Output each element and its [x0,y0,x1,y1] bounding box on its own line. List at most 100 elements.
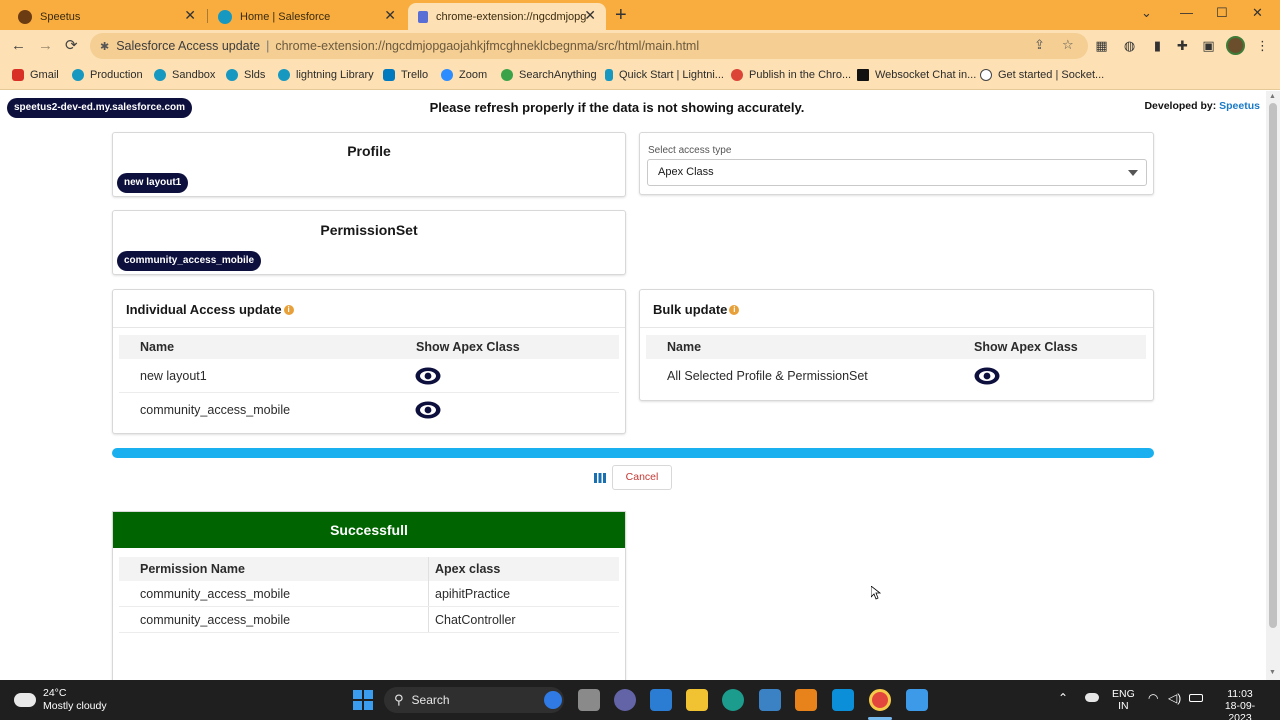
bookmark-star-icon[interactable]: ☆ [1062,37,1074,53]
bookmark-label: Get started | Socket... [998,69,1105,81]
vscode-icon[interactable] [650,689,672,711]
tray-chevron-icon[interactable]: ⌃ [1058,692,1068,704]
close-tab-icon[interactable]: ✕ [584,8,596,22]
bookmark-gmail[interactable]: Gmail [12,69,59,81]
bookmark-sandbox[interactable]: Sandbox [154,69,215,81]
microsoft-store-icon[interactable] [759,689,781,711]
scrollbar-thumb[interactable] [1269,103,1277,628]
notepad-icon[interactable] [906,689,928,711]
extension-app-icon[interactable]: ▦ [1094,38,1109,53]
close-tab-icon[interactable]: ✕ [184,8,196,22]
extension-puzzle-icon: ✱ [100,40,110,53]
permission-set-chip[interactable]: community_access_mobile [117,251,262,271]
bookmark-searchanything[interactable]: SearchAnything [501,69,597,81]
bookmark-lightning-library[interactable]: lightning Library [278,69,374,81]
cancel-button[interactable]: Cancel [612,465,672,490]
bookmark-production[interactable]: Production [72,69,143,81]
show-eye-icon[interactable] [974,367,1000,385]
profile-chip[interactable]: new layout1 [117,173,189,193]
profile-title: Profile [347,143,391,159]
battery-icon[interactable] [1189,694,1203,702]
side-panel-icon[interactable]: ▣ [1201,38,1216,53]
table-row: All Selected Profile & PermissionSet [646,360,1146,393]
bulk-update-card: Bulk update i Name Show Apex Class All S… [639,289,1154,401]
bookmark-get-started-socket[interactable]: Get started | Socket... [980,69,1104,81]
weather-widget[interactable]: 24°C Mostly cloudy [14,687,107,713]
tab-search-chevron-icon[interactable]: ⌄ [1141,5,1152,21]
extension-page-icon [418,10,428,23]
column-divider [428,607,429,632]
info-icon[interactable]: i [283,304,294,315]
edge-icon[interactable] [722,689,744,711]
bookmark-slds[interactable]: Slds [226,69,265,81]
address-bar[interactable]: ✱ Salesforce Access update | chrome-exte… [90,33,1088,59]
file-explorer-icon[interactable] [686,689,708,711]
windows-start-icon[interactable] [352,689,374,711]
column-divider [428,557,429,581]
extensions-puzzle-icon[interactable]: ✚ [1175,38,1190,53]
forward-arrow-icon[interactable]: → [38,38,53,53]
menu-kebab-icon[interactable]: ⋮ [1255,38,1270,53]
profile-card: Profile new layout1 [112,132,626,197]
share-icon[interactable]: ⇪ [1034,37,1045,53]
extension-page: speetus2-dev-ed.my.salesforce.com Please… [0,91,1266,680]
bookmark-label: lightning Library [296,69,374,81]
individual-access-card: Individual Access update i Name Show Ape… [112,289,626,434]
new-tab-button[interactable]: + [615,4,627,27]
url-text: chrome-extension://ngcdmjopgaojahkjfmcgh… [275,39,700,53]
scroll-down-icon[interactable]: ▼ [1269,669,1276,676]
progress-bar [112,448,1154,458]
reload-icon[interactable]: ⟳ [65,38,78,53]
volume-icon[interactable]: ◁) [1168,692,1181,704]
weather-condition: Mostly cloudy [43,700,107,712]
access-type-select[interactable]: Apex Class [647,159,1147,186]
show-eye-icon[interactable] [415,367,441,385]
bookmark-publish-chrome[interactable]: Publish in the Chro... [731,69,851,81]
teams-chat-icon[interactable] [614,689,636,711]
bookmark-websocket-chat[interactable]: Websocket Chat in... [857,69,976,81]
tab-speetus[interactable]: Speetus ✕ [8,3,206,30]
bookmark-trello[interactable]: Trello [383,69,428,81]
col-name: Name [667,340,702,354]
onedrive-icon[interactable] [1085,693,1099,702]
url-separator: | [266,39,270,53]
close-window-icon[interactable]: ✕ [1252,5,1263,21]
taskbar-search[interactable]: ⚲ Search [384,687,564,713]
section-title-text: Individual Access update [126,302,282,317]
browser-toolbar: ← → ⟳ ✱ Salesforce Access update | chrom… [0,30,1280,62]
tab-extension[interactable]: chrome-extension://ngcdmjopg... ✕ [408,3,606,30]
close-tab-icon[interactable]: ✕ [384,8,396,22]
info-icon[interactable]: i [729,304,740,315]
scroll-up-icon[interactable]: ▲ [1269,93,1276,100]
chrome-icon[interactable] [869,689,891,711]
temperature: 24°C [43,687,67,699]
language-indicator[interactable]: ENG IN [1112,688,1135,712]
task-view-icon[interactable] [578,689,600,711]
wifi-icon[interactable]: ◠ [1148,692,1158,704]
col-show-apex-class: Show Apex Class [974,340,1078,354]
skype-icon[interactable] [832,689,854,711]
sublime-text-icon[interactable] [795,689,817,711]
developer-link[interactable]: Speetus [1219,100,1260,112]
table-row: community_access_mobile apihitPractice [119,581,619,607]
profile-avatar[interactable] [1226,36,1245,55]
clock-time: 11:03 [1227,688,1253,700]
table-row: community_access_mobile ChatController [119,607,619,633]
page-title: Salesforce Access update [116,39,261,53]
individual-table-header: Name Show Apex Class [119,335,619,359]
back-arrow-icon[interactable]: ← [11,38,26,53]
page-scrollbar[interactable]: ▲ ▼ [1266,91,1280,680]
maximize-icon[interactable]: ☐ [1216,5,1228,21]
chat-extension-icon[interactable]: ◍ [1122,38,1137,53]
tab-salesforce-home[interactable]: Home | Salesforce ✕ [208,3,406,30]
show-eye-icon[interactable] [415,401,441,419]
minimize-icon[interactable]: — [1180,5,1193,20]
clock[interactable]: 11:03 18-09-2023 [1214,688,1266,720]
salesforce-extension-icon[interactable]: ▮ [1150,38,1165,53]
bookmarks-bar: Gmail Production Sandbox Slds lightning … [0,62,1280,90]
bookmark-zoom[interactable]: Zoom [441,69,487,81]
tab-label: Home | Salesforce [240,10,331,23]
tab-label: Speetus [40,10,81,23]
pause-icon[interactable] [592,470,608,486]
bookmark-quick-start[interactable]: Quick Start | Lightni... [605,69,724,81]
